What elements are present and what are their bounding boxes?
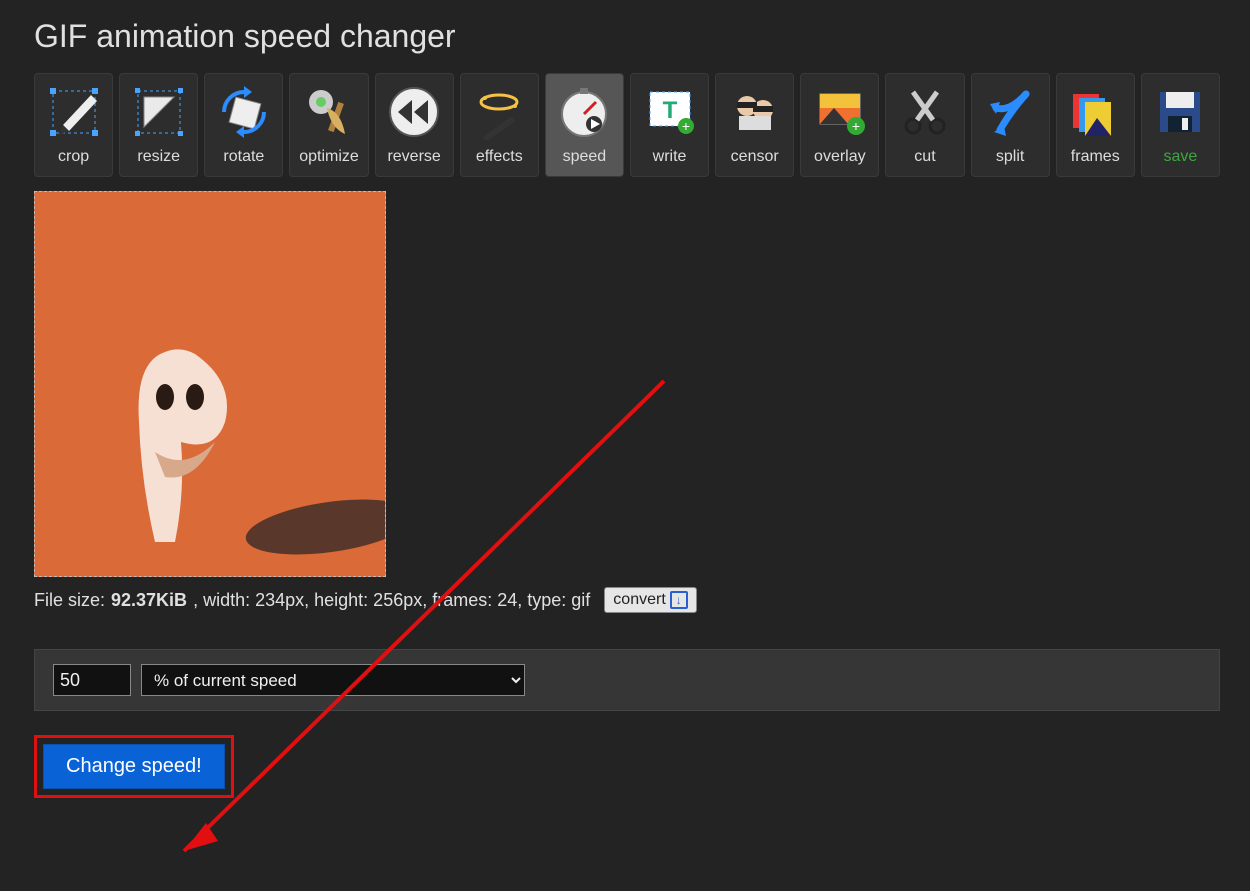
speed-input[interactable] [53,664,131,696]
tool-label: overlay [814,148,866,166]
tool-label: reverse [387,148,440,166]
change-speed-button[interactable]: Change speed! [43,744,225,789]
tool-label: speed [563,148,607,166]
tool-effects[interactable]: effects [460,73,539,177]
tool-split[interactable]: split [971,73,1050,177]
write-icon: T + [638,80,702,144]
tool-censor[interactable]: censor [715,73,794,177]
tool-frames[interactable]: frames [1056,73,1135,177]
convert-button[interactable]: convert ↓ [604,587,696,613]
speed-unit-select[interactable]: % of current speed [141,664,525,696]
file-size-label: File size: [34,590,105,611]
tool-label: rotate [223,148,264,166]
tool-label: save [1164,148,1198,166]
tool-crop[interactable]: crop [34,73,113,177]
tool-label: write [653,148,687,166]
file-info: File size: 92.37KiB , width: 234px, heig… [34,587,1220,613]
gif-preview [34,191,386,577]
speed-controls: % of current speed [34,649,1220,711]
svg-text:T: T [662,97,677,124]
page-title: GIF animation speed changer [34,18,1220,55]
cut-icon [893,80,957,144]
reverse-icon [382,80,446,144]
tool-label: crop [58,148,89,166]
tool-optimize[interactable]: optimize [289,73,368,177]
file-size-value: 92.37KiB [111,590,187,611]
resize-icon [127,80,191,144]
tool-label: censor [731,148,779,166]
frames-icon [1063,80,1127,144]
tool-overlay[interactable]: + overlay [800,73,879,177]
tool-resize[interactable]: resize [119,73,198,177]
submit-highlight: Change speed! [34,735,234,798]
tool-cut[interactable]: cut [885,73,964,177]
rotate-icon [212,80,276,144]
tool-label: optimize [299,148,359,166]
optimize-icon [297,80,361,144]
censor-icon [723,80,787,144]
speed-icon [552,80,616,144]
tool-speed[interactable]: speed [545,73,624,177]
tool-label: split [996,148,1024,166]
save-icon [1148,80,1212,144]
tool-label: resize [137,148,180,166]
split-icon [978,80,1042,144]
convert-label: convert [613,591,665,609]
tool-label: effects [476,148,523,166]
svg-text:+: + [852,118,860,134]
tool-save[interactable]: save [1141,73,1220,177]
svg-text:+: + [681,118,689,134]
tool-write[interactable]: T + write [630,73,709,177]
tool-label: frames [1071,148,1120,166]
overlay-icon: + [808,80,872,144]
tool-label: cut [914,148,935,166]
tool-rotate[interactable]: rotate [204,73,283,177]
effects-icon [467,80,531,144]
download-icon: ↓ [670,591,688,609]
file-meta: , width: 234px, height: 256px, frames: 2… [193,590,590,611]
tool-reverse[interactable]: reverse [375,73,454,177]
crop-icon [42,80,106,144]
toolbar: crop resize [34,73,1220,177]
